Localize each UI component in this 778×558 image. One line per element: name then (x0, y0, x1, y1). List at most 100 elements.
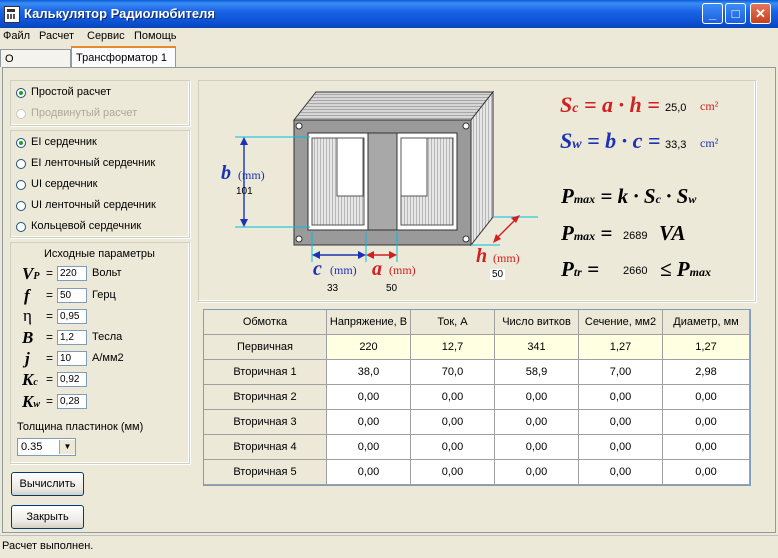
thickness-select[interactable]: 0.35 ▼ (17, 438, 76, 456)
table-cell[interactable]: 38,0 (327, 360, 411, 385)
formula-sw: Sw = b · c = (560, 128, 661, 153)
table-cell[interactable]: 0,00 (579, 410, 663, 435)
table-cell[interactable]: 0,00 (411, 385, 495, 410)
maximize-icon: □ (731, 6, 740, 21)
radio-advanced-calc (16, 109, 26, 119)
table-row-header[interactable]: Вторичная 2 (204, 385, 327, 410)
param-kw-symbol: Kw (22, 392, 41, 411)
table-cell[interactable]: 12,7 (411, 335, 495, 360)
table-header-cell[interactable]: Ток, А (411, 310, 495, 335)
b-unit: Тесла (92, 331, 123, 343)
radio-ui-core-label[interactable]: UI сердечник (31, 178, 97, 190)
core-top-face (292, 91, 495, 121)
table-cell[interactable]: 58,9 (495, 360, 579, 385)
table-header-cell[interactable]: Диаметр, мм (663, 310, 750, 335)
table-header-cell[interactable]: Число витков (495, 310, 579, 335)
b-induction-input[interactable]: 1,2 (57, 330, 87, 345)
vp-input[interactable]: 220 (57, 266, 87, 281)
menu-service[interactable]: Сервис (87, 30, 125, 42)
param-vp-eq: = (46, 266, 54, 280)
table-cell[interactable]: 0,00 (579, 435, 663, 460)
table-row-header[interactable]: Вторичная 3 (204, 410, 327, 435)
kc-input[interactable]: 0,92 (57, 372, 87, 387)
table-cell[interactable]: 7,00 (579, 360, 663, 385)
dim-a-label: a (372, 258, 382, 280)
table-row-header[interactable]: Вторичная 4 (204, 435, 327, 460)
table-cell[interactable]: 0,00 (495, 410, 579, 435)
menu-help[interactable]: Помощь (134, 30, 177, 42)
table-cell[interactable]: 0,00 (411, 410, 495, 435)
chevron-down-icon[interactable]: ▼ (59, 440, 75, 454)
param-b-eq: = (46, 330, 54, 344)
table-row-header[interactable]: Вторичная 1 (204, 360, 327, 385)
table-cell[interactable]: 0,00 (495, 460, 579, 485)
table-header-cell[interactable]: Напряжение, В (327, 310, 411, 335)
radio-toroid-core[interactable] (16, 222, 26, 232)
close-window-button[interactable]: ✕ (750, 3, 771, 24)
bolt (295, 235, 303, 243)
input-params-title: Исходные параметры (44, 248, 155, 260)
eta-input[interactable]: 0,95 (57, 309, 87, 324)
table-cell[interactable]: 0,00 (579, 385, 663, 410)
maximize-button[interactable]: □ (725, 3, 746, 24)
tab-transformer-1[interactable]: Трансформатор 1 (71, 46, 176, 68)
formula-sc: Sc = a · h = (560, 92, 660, 117)
table-cell[interactable]: 0,00 (495, 435, 579, 460)
coil-right-inner (400, 137, 428, 197)
radio-ei-core[interactable] (16, 138, 26, 148)
table-header-cell[interactable]: Обмотка (204, 310, 327, 335)
table-header-cell[interactable]: Сечение, мм2 (579, 310, 663, 335)
calculate-button[interactable]: Вычислить (11, 472, 84, 496)
minimize-button[interactable]: _ (702, 3, 723, 24)
f-unit: Герц (92, 289, 116, 301)
table-cell[interactable]: 0,00 (663, 410, 750, 435)
kw-input[interactable]: 0,28 (57, 394, 87, 409)
param-kc-eq: = (46, 372, 54, 386)
table-cell[interactable]: 220 (327, 335, 411, 360)
table-cell[interactable]: 0,00 (327, 460, 411, 485)
calculator-app-icon[interactable] (4, 6, 20, 23)
table-row-header[interactable]: Вторичная 5 (204, 460, 327, 485)
menu-calc[interactable]: Расчет (39, 30, 74, 42)
status-bar (0, 535, 778, 558)
table-cell[interactable]: 2,98 (663, 360, 750, 385)
table-cell[interactable]: 0,00 (327, 435, 411, 460)
close-button[interactable]: Закрыть (11, 505, 84, 529)
table-cell[interactable]: 70,0 (411, 360, 495, 385)
table-row-header[interactable]: Первичная (204, 335, 327, 360)
dim-c-value: 33 (327, 283, 339, 294)
sw-value: 33,3 (665, 139, 687, 151)
table-cell[interactable]: 0,00 (327, 385, 411, 410)
radio-simple-calc[interactable] (16, 88, 26, 98)
radio-ui-tape-core-label[interactable]: UI ленточный сердечник (31, 199, 156, 211)
table-cell[interactable]: 0,00 (411, 460, 495, 485)
ptr-relation: ≤ Pmax (660, 257, 711, 281)
table-cell[interactable]: 0,00 (663, 460, 750, 485)
windings-table[interactable]: Обмотка Напряжение, В Ток, А Число витков Се… (203, 309, 751, 486)
table-cell[interactable]: 1,27 (579, 335, 663, 360)
table-cell[interactable]: 0,00 (411, 435, 495, 460)
radio-simple-calc-label[interactable]: Простой расчет (31, 86, 111, 98)
radio-ei-tape-core-label[interactable]: EI ленточный сердечник (31, 157, 155, 169)
table-cell[interactable]: 0,00 (663, 435, 750, 460)
j-input[interactable]: 10 (57, 351, 87, 366)
menu-file[interactable]: Файл (3, 30, 30, 42)
tab-about[interactable]: О программе (0, 49, 71, 83)
radio-ei-core-label[interactable]: EI сердечник (31, 136, 97, 148)
param-f-symbol: f (24, 286, 30, 305)
table-cell[interactable]: 341 (495, 335, 579, 360)
param-b-symbol: B (22, 328, 34, 347)
sc-value: 25,0 (665, 102, 687, 114)
f-input[interactable]: 50 (57, 288, 87, 303)
table-cell[interactable]: 1,27 (663, 335, 750, 360)
table-cell[interactable]: 0,00 (327, 410, 411, 435)
radio-ei-tape-core[interactable] (16, 159, 26, 169)
radio-ui-core[interactable] (16, 180, 26, 190)
param-kw-eq: = (46, 394, 54, 408)
status-text: Расчет выполнен. (2, 540, 94, 552)
table-cell[interactable]: 0,00 (579, 460, 663, 485)
table-cell[interactable]: 0,00 (495, 385, 579, 410)
table-cell[interactable]: 0,00 (663, 385, 750, 410)
radio-ui-tape-core[interactable] (16, 201, 26, 211)
radio-toroid-core-label[interactable]: Кольцевой сердечник (31, 220, 141, 232)
